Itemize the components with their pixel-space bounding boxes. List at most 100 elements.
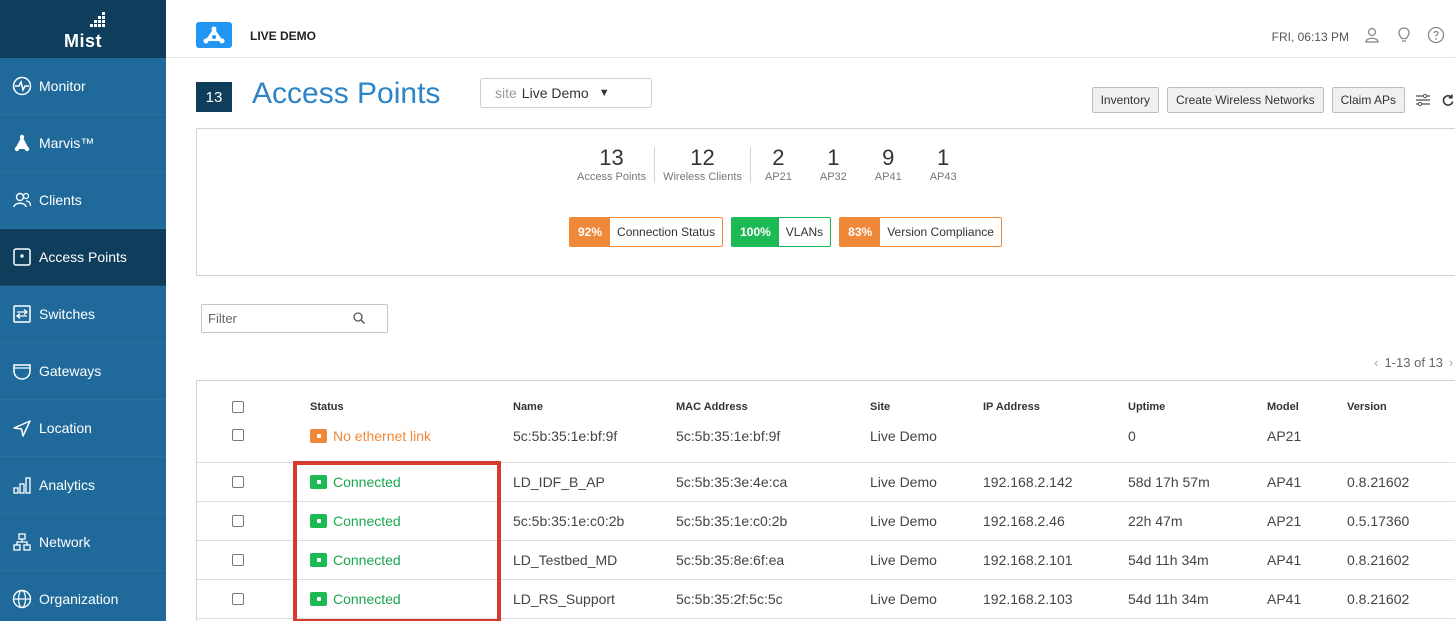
select-all-checkbox[interactable]: [232, 401, 244, 413]
clock-text: FRI, 06:13 PM: [1271, 29, 1349, 44]
column-header-status[interactable]: Status: [310, 401, 344, 413]
ip-cell: 192.168.2.46: [983, 513, 1065, 529]
lightbulb-icon[interactable]: [1395, 26, 1413, 47]
pulse-icon: [12, 76, 32, 96]
site-cell: Live Demo: [870, 474, 937, 490]
filter-input[interactable]: Filter: [201, 304, 388, 333]
help-icon[interactable]: [1427, 26, 1445, 47]
stat-value: 9: [882, 145, 895, 170]
column-header-ip[interactable]: IP Address: [983, 401, 1040, 413]
claim-aps-button[interactable]: Claim APs: [1331, 87, 1405, 113]
uptime-cell: 54d 11h 34m: [1128, 552, 1209, 568]
stat-access-points[interactable]: 13 Access Points: [569, 145, 656, 183]
ap-count-badge: 13: [196, 82, 232, 112]
site-selector-value: Live Demo: [521, 85, 589, 101]
site-logo-icon[interactable]: [196, 22, 232, 48]
sidebar-item-organization[interactable]: Organization: [0, 571, 166, 621]
row-checkbox[interactable]: [232, 515, 244, 527]
sle-connection-status[interactable]: 92% Connection Status: [569, 217, 724, 247]
topbar: LIVE DEMO FRI, 06:13 PM: [166, 0, 1455, 58]
next-page-icon[interactable]: ›: [1449, 355, 1455, 370]
sidebar-item-label: Gateways: [39, 363, 102, 379]
name-cell[interactable]: LD_Testbed_MD: [513, 552, 617, 568]
uptime-cell: 54d 11h 34m: [1128, 591, 1209, 607]
location-icon: [12, 418, 32, 438]
stat-value: 13: [599, 145, 624, 170]
stat-ap41[interactable]: 9 AP41: [861, 145, 916, 184]
sidebar-item-network[interactable]: Network: [0, 514, 166, 571]
model-cell: AP21: [1267, 428, 1302, 444]
sidebar-item-clients[interactable]: Clients: [0, 172, 166, 229]
uptime-cell: 58d 17h 57m: [1128, 474, 1210, 490]
sidebar-item-label: Switches: [39, 306, 96, 322]
column-header-name[interactable]: Name: [513, 401, 543, 413]
site-cell: Live Demo: [870, 591, 937, 607]
status-text: No ethernet link: [333, 428, 432, 444]
pagination: ‹ 1-13 of 13 ›: [1374, 355, 1455, 370]
sidebar-item-label: Organization: [39, 591, 119, 607]
model-cell: AP41: [1267, 591, 1302, 607]
site-selector[interactable]: site Live Demo ▼: [480, 78, 652, 108]
page-title: Access Points: [252, 77, 441, 110]
status-warning-icon: [310, 429, 327, 443]
prev-page-icon[interactable]: ‹: [1374, 355, 1378, 370]
user-icon[interactable]: [1363, 26, 1381, 47]
network-icon: [12, 532, 32, 552]
sle-version-compliance[interactable]: 83% Version Compliance: [839, 217, 1002, 247]
access-point-icon: [12, 247, 32, 267]
column-header-version[interactable]: Version: [1347, 401, 1387, 413]
caret-down-icon: ▼: [598, 87, 610, 99]
sidebar-item-location[interactable]: Location: [0, 400, 166, 457]
sidebar-item-label: Marvis™: [39, 135, 95, 151]
sidebar-item-label: Access Points: [39, 249, 127, 265]
uptime-cell: 0: [1128, 428, 1136, 444]
sle-row: 92% Connection Status 100% VLANs 83% Ver…: [569, 217, 1002, 247]
name-cell[interactable]: 5c:5b:35:1e:bf:9f: [513, 428, 617, 444]
row-checkbox[interactable]: [232, 476, 244, 488]
table-row[interactable]: No ethernet link 5c:5b:35:1e:bf:9f 5c:5b…: [197, 423, 1455, 463]
table-header: Status Name MAC Address Site IP Address …: [197, 381, 1455, 423]
column-header-site[interactable]: Site: [870, 401, 890, 413]
stat-ap21[interactable]: 2 AP21: [751, 145, 806, 184]
sle-name: Connection Status: [617, 225, 716, 239]
sle-vlans[interactable]: 100% VLANs: [731, 217, 832, 247]
row-checkbox[interactable]: [232, 554, 244, 566]
sidebar-item-monitor[interactable]: Monitor: [0, 58, 166, 115]
name-cell[interactable]: LD_RS_Support: [513, 591, 615, 607]
column-header-model[interactable]: Model: [1267, 401, 1299, 413]
stat-value: 2: [772, 145, 785, 170]
sidebar-item-marvis[interactable]: Marvis™: [0, 115, 166, 172]
version-cell: 0.8.21602: [1347, 552, 1410, 568]
sidebar-item-gateways[interactable]: Gateways: [0, 343, 166, 400]
stat-ap43[interactable]: 1 AP43: [916, 147, 971, 184]
stat-label: AP21: [764, 171, 792, 183]
sidebar-item-analytics[interactable]: Analytics: [0, 457, 166, 514]
stat-value: 1: [827, 145, 840, 170]
annotation-highlight-box: [293, 461, 501, 621]
site-cell: Live Demo: [870, 428, 937, 444]
sidebar-item-access-points[interactable]: Access Points: [0, 229, 166, 286]
stat-label: Wireless Clients: [663, 171, 742, 183]
sidebar-item-switches[interactable]: Switches: [0, 286, 166, 343]
refresh-icon[interactable]: [1441, 90, 1455, 110]
inventory-button[interactable]: Inventory: [1091, 87, 1159, 113]
row-checkbox[interactable]: [232, 429, 244, 441]
row-checkbox[interactable]: [232, 593, 244, 605]
stat-ap32[interactable]: 1 AP32: [806, 145, 861, 184]
site-name[interactable]: LIVE DEMO: [250, 29, 316, 43]
switch-icon: [12, 304, 32, 324]
name-cell[interactable]: 5c:5b:35:1e:c0:2b: [513, 513, 624, 529]
column-header-mac[interactable]: MAC Address: [676, 401, 748, 413]
model-cell: AP41: [1267, 474, 1302, 490]
stat-label: AP32: [819, 171, 847, 183]
stat-wireless-clients[interactable]: 12 Wireless Clients: [655, 147, 751, 183]
version-cell: 0.8.21602: [1347, 591, 1410, 607]
column-header-uptime[interactable]: Uptime: [1128, 401, 1165, 413]
filter-placeholder: Filter: [208, 311, 237, 326]
mac-cell: 5c:5b:35:1e:bf:9f: [676, 428, 781, 444]
sidebar-item-label: Clients: [39, 192, 82, 208]
list-settings-icon[interactable]: [1413, 90, 1433, 110]
brand-logo[interactable]: Mist: [0, 0, 166, 58]
name-cell[interactable]: LD_IDF_B_AP: [513, 474, 605, 490]
create-wireless-networks-button[interactable]: Create Wireless Networks: [1166, 87, 1324, 113]
